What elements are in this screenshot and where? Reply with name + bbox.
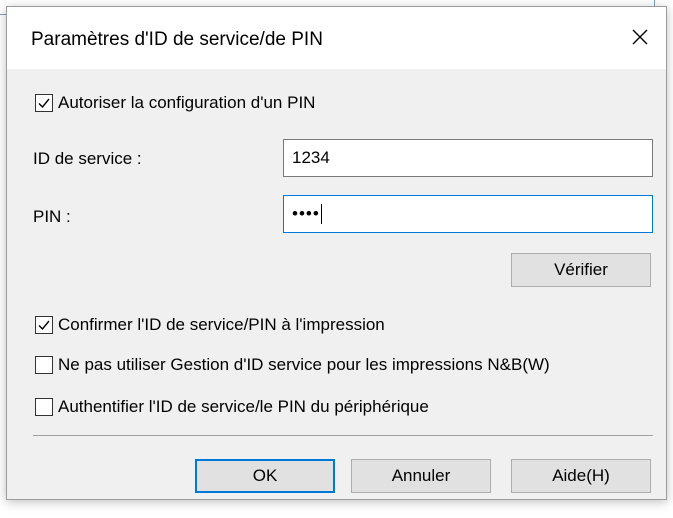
- service-id-label: ID de service :: [33, 149, 142, 168]
- cancel-button[interactable]: Annuler: [351, 459, 491, 493]
- allow-pin-checkbox[interactable]: [35, 94, 53, 112]
- checkmark-icon: [38, 98, 50, 109]
- checkmark-icon: [38, 320, 50, 331]
- service-id-value: 1234: [292, 148, 330, 167]
- confirm-at-print-label: Confirmer l'ID de service/PIN à l'impres…: [58, 315, 385, 334]
- help-button[interactable]: Aide(H): [511, 459, 651, 493]
- close-button[interactable]: [620, 17, 660, 57]
- pin-input[interactable]: ••••: [283, 195, 653, 233]
- text-caret: [320, 204, 322, 224]
- ok-button[interactable]: OK: [195, 459, 335, 493]
- service-id-input[interactable]: 1234: [283, 139, 653, 177]
- confirm-at-print-checkbox[interactable]: [35, 316, 53, 334]
- pin-value: ••••: [292, 204, 320, 223]
- verify-button[interactable]: Vérifier: [511, 253, 651, 287]
- device-auth-option[interactable]: Authentifier l'ID de service/le PIN du p…: [35, 397, 429, 417]
- skip-bw-option[interactable]: Ne pas utiliser Gestion d'ID service pou…: [35, 355, 550, 375]
- skip-bw-checkbox[interactable]: [35, 356, 53, 374]
- service-id-pin-dialog: Paramètres d'ID de service/de PIN Autori…: [6, 6, 667, 500]
- skip-bw-label: Ne pas utiliser Gestion d'ID service pou…: [58, 355, 550, 374]
- confirm-at-print-option[interactable]: Confirmer l'ID de service/PIN à l'impres…: [35, 315, 385, 335]
- allow-pin-label: Autoriser la configuration d'un PIN: [58, 93, 316, 112]
- divider: [33, 435, 653, 436]
- device-auth-label: Authentifier l'ID de service/le PIN du p…: [58, 397, 429, 416]
- device-auth-checkbox[interactable]: [35, 398, 53, 416]
- allow-pin-option[interactable]: Autoriser la configuration d'un PIN: [35, 93, 315, 113]
- dialog-titlebar: Paramètres d'ID de service/de PIN: [7, 7, 666, 69]
- dialog-title: Paramètres d'ID de service/de PIN: [31, 29, 323, 50]
- pin-label: PIN :: [33, 207, 71, 226]
- close-icon: [632, 29, 648, 45]
